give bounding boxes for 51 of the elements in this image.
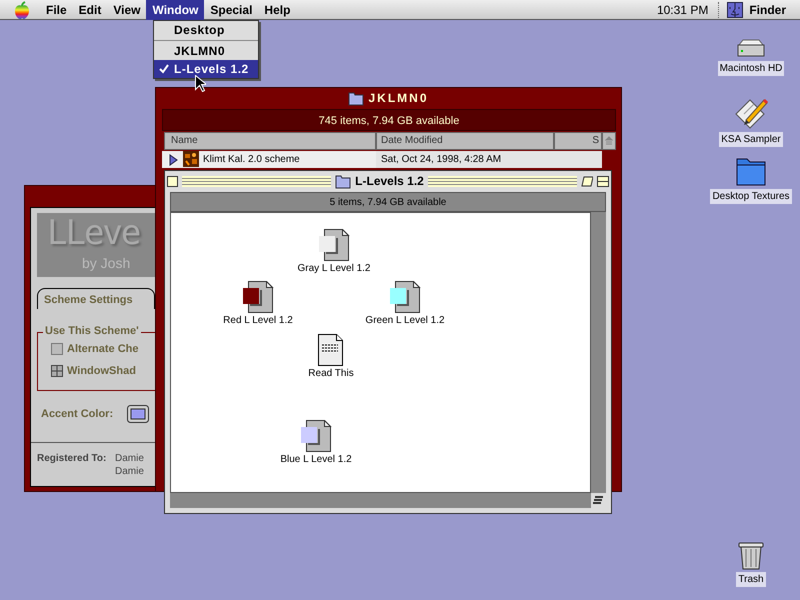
menu-clock[interactable]: 10:31 PM <box>650 0 718 20</box>
menu-title[interactable]: Window <box>146 0 204 20</box>
option-label: Alternate Che <box>67 342 139 357</box>
window-title: L-Levels 1.2 <box>355 173 424 190</box>
zoom-box[interactable] <box>581 176 594 186</box>
check-mark-icon <box>159 64 169 74</box>
column-header[interactable]: Date Modified <box>376 132 554 150</box>
hard-drive-icon <box>735 39 767 59</box>
menu-title[interactable]: View <box>107 0 146 20</box>
scheme-icon <box>183 151 199 167</box>
menu-item[interactable]: JKLMN0 <box>154 42 258 60</box>
sort-order-button[interactable] <box>602 132 616 150</box>
folder-icon <box>348 90 364 106</box>
pencil-and-paper-icon <box>734 96 768 130</box>
trash-can-icon <box>736 540 766 570</box>
window-title: JKLMN0 <box>368 90 428 107</box>
column-header[interactable]: Name <box>164 132 376 150</box>
finder-face-icon <box>727 2 744 18</box>
folder-icon <box>335 173 352 189</box>
desktop-icon-label[interactable]: Desktop Textures <box>710 189 792 204</box>
settings-tab[interactable]: Scheme Settings <box>37 288 155 309</box>
application-menu[interactable]: Finder <box>743 0 800 20</box>
desktop-icon-label[interactable]: Trash <box>736 572 766 587</box>
status-bar: 5 items, 7.94 GB available <box>170 192 606 212</box>
menu-title[interactable]: Edit <box>72 0 108 20</box>
mouse-pointer-icon <box>195 75 206 92</box>
collapse-box[interactable] <box>597 176 610 186</box>
registered-name: Damie <box>115 452 144 466</box>
registered-label: Registered To: <box>37 452 106 466</box>
windowshade-box[interactable] <box>51 365 63 377</box>
menu-item[interactable]: L-Levels 1.2 <box>154 60 258 78</box>
desktop-icon-label[interactable]: KSA Sampler <box>719 132 783 147</box>
date-modified: Sat, Oct 24, 1998, 4:28 AM <box>381 153 502 167</box>
menu-title[interactable]: Special <box>204 0 258 20</box>
checkbox[interactable] <box>51 343 63 355</box>
desktop-icon-label[interactable]: Macintosh HD <box>718 61 784 76</box>
file-name[interactable]: Klimt Kal. 2.0 scheme <box>203 152 300 167</box>
disclosure-triangle[interactable] <box>168 154 178 166</box>
file-label[interactable]: Gray L Level 1.2 <box>297 261 370 276</box>
menu-title[interactable]: File <box>40 0 73 20</box>
menu-item[interactable]: Desktop <box>154 21 258 39</box>
text-document-icon <box>318 334 344 366</box>
status-bar: 745 items, 7.94 GB available <box>162 109 616 131</box>
apple-logo-icon[interactable] <box>14 0 30 18</box>
color-swatch-button[interactable] <box>127 405 149 423</box>
close-box[interactable] <box>167 176 178 186</box>
accent-label: Accent Color: <box>41 407 114 422</box>
option-label: WindowShad <box>67 364 136 379</box>
registered-name: Damie <box>115 465 144 479</box>
column-header[interactable]: S <box>554 132 602 150</box>
menu-title[interactable]: Help <box>258 0 296 20</box>
